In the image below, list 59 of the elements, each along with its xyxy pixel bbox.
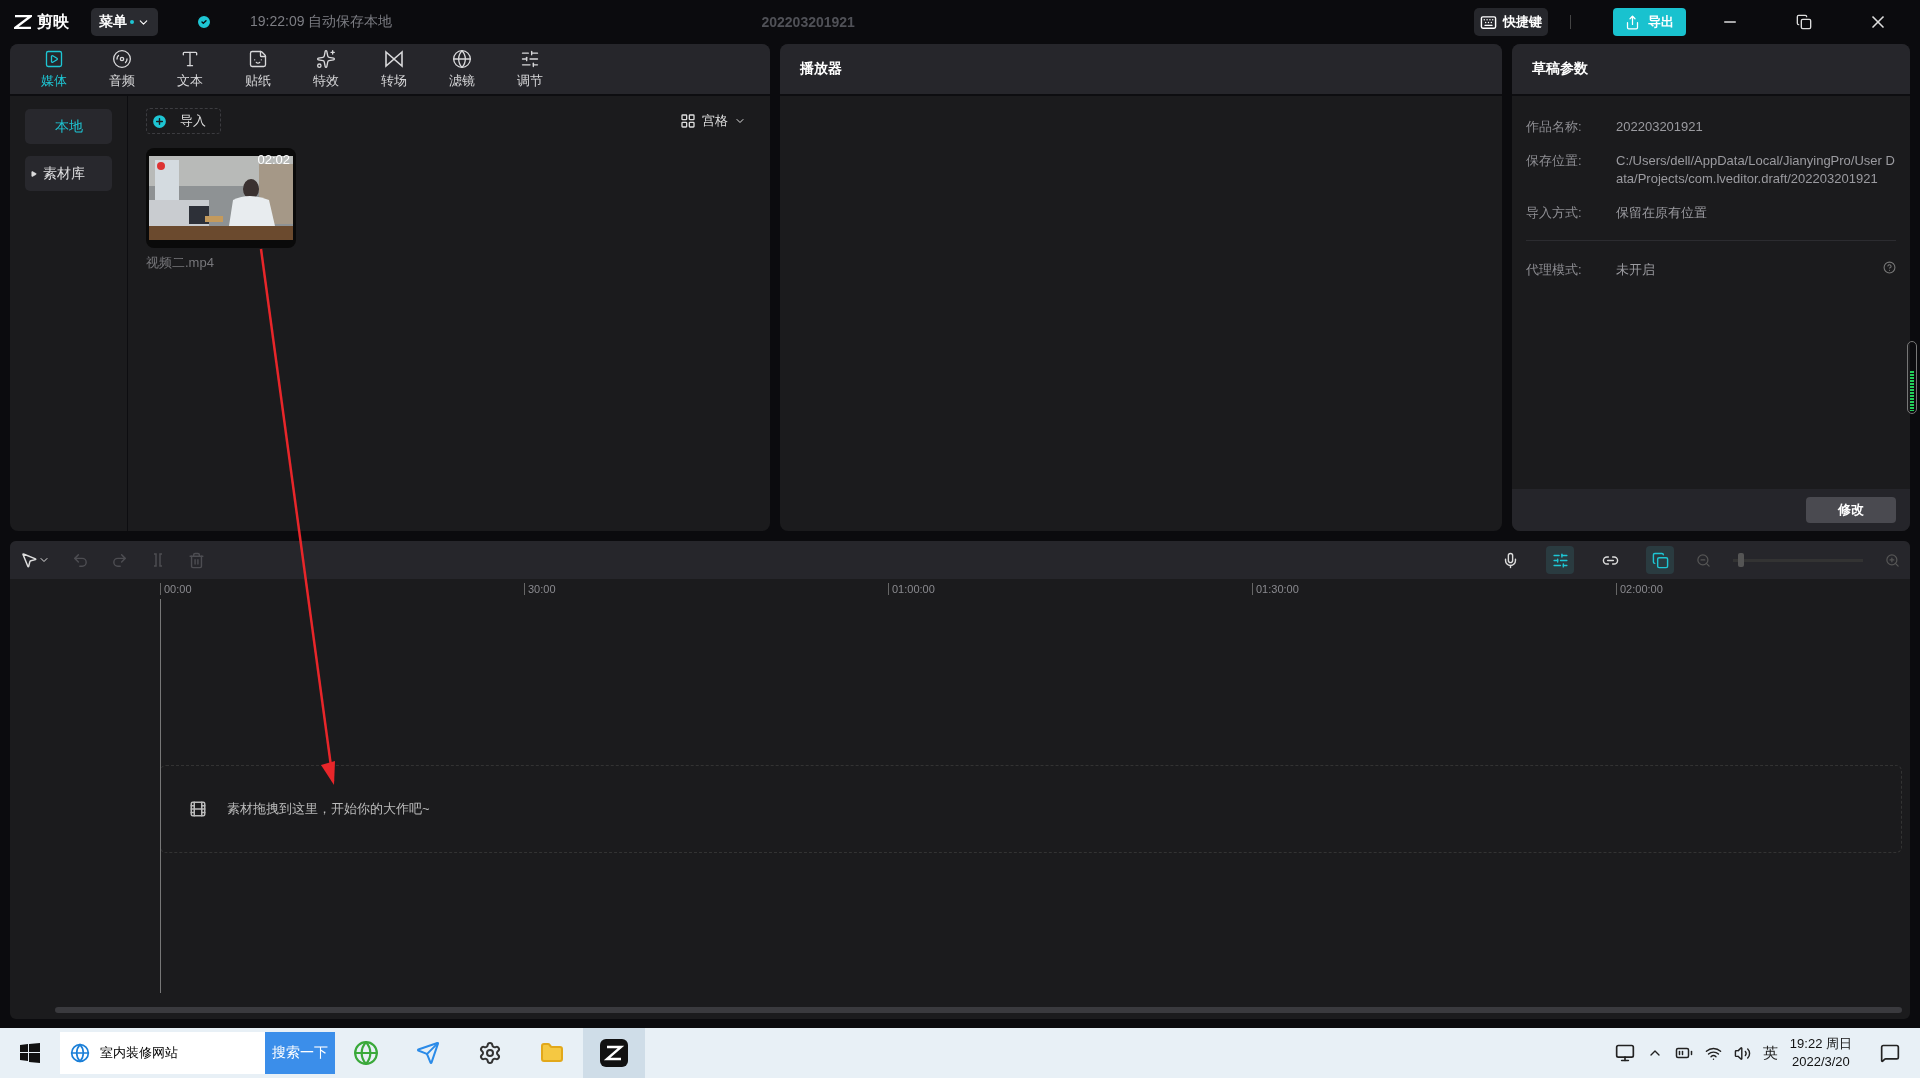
field-value: 保留在原有位置	[1616, 204, 1708, 222]
import-button[interactable]: 导入	[146, 108, 221, 134]
browser-icon[interactable]	[60, 1032, 100, 1074]
ruler-label: 00:00	[160, 583, 524, 595]
sticker-icon[interactable]	[248, 48, 268, 69]
menu-button[interactable]: 菜单	[91, 8, 158, 36]
field-label: 导入方式:	[1526, 204, 1583, 222]
field-label: 代理模式:	[1526, 261, 1583, 279]
film-icon	[189, 800, 207, 818]
clip-name: 视频二.mp4	[146, 254, 215, 272]
select-tool-icon[interactable]	[20, 551, 50, 569]
field-label: 作品名称:	[1526, 118, 1583, 136]
sparkle-icon[interactable]	[316, 48, 336, 69]
autosave-status: 19:22:09 自动保存本地	[250, 13, 393, 31]
media-tab[interactable]: 文本	[168, 44, 212, 94]
input-method[interactable]: 英	[1762, 1043, 1778, 1063]
notification-icon[interactable]	[1880, 1043, 1900, 1063]
app-logo: 剪映	[14, 11, 69, 33]
globe-icon[interactable]	[452, 48, 472, 69]
keyboard-icon[interactable]	[1480, 13, 1497, 31]
media-tab[interactable]: 贴纸	[236, 44, 280, 94]
drop-hint: 素材拖拽到这里，开始你的大作吧~	[227, 800, 430, 818]
field-value: 202203201921	[1616, 118, 1704, 136]
ruler-label: 01:30:00	[1252, 583, 1616, 595]
field-label: 保存位置:	[1526, 152, 1583, 170]
shortcuts-button[interactable]: 快捷键	[1474, 8, 1548, 36]
clock[interactable]: 19:22 周日 2022/3/20	[1789, 1035, 1852, 1071]
plus-icon[interactable]	[151, 112, 168, 130]
draft-panel-title: 草稿参数	[1512, 44, 1910, 96]
view-mode-dropdown[interactable]: 宫格	[674, 111, 752, 131]
media-tab[interactable]: 音频	[100, 44, 144, 94]
project-title: 202203201921	[760, 14, 856, 30]
ruler-label: 30:00	[524, 583, 888, 595]
media-tab[interactable]: 滤镜	[440, 44, 484, 94]
play-icon[interactable]	[44, 48, 64, 69]
media-tab[interactable]: 调节	[508, 44, 552, 94]
ruler-label: 01:00:00	[888, 583, 1252, 595]
monitor-icon[interactable]	[1614, 1043, 1635, 1063]
player-title: 播放器	[780, 44, 1502, 96]
sidebar-item[interactable]: 素材库	[25, 156, 112, 191]
field-value: C:/Users/dell/AppData/Local/JianyingPro/User Data/Projects/com.lveditor.draft/202203201921	[1616, 152, 1896, 188]
media-tab[interactable]: 媒体	[32, 44, 76, 94]
grid-icon[interactable]	[680, 113, 696, 129]
field-value: 未开启	[1616, 261, 1656, 279]
disc-icon[interactable]	[112, 48, 132, 69]
help-icon[interactable]	[1883, 261, 1896, 274]
volume-icon[interactable]	[1733, 1044, 1751, 1062]
sliders-icon[interactable]	[520, 48, 540, 69]
edit-button[interactable]: 修改	[1806, 497, 1896, 523]
clip-duration: 02:02	[257, 152, 290, 167]
sidebar-item[interactable]: 本地	[25, 109, 112, 144]
ruler-label: 02:00:00	[1616, 583, 1910, 595]
app-icon[interactable]	[583, 1028, 645, 1078]
media-tab[interactable]: 转场	[372, 44, 416, 94]
check-icon	[196, 14, 212, 30]
bowtie-icon[interactable]	[384, 48, 404, 69]
media-tab[interactable]: 特效	[304, 44, 348, 94]
expand-icon[interactable]	[31, 170, 37, 177]
search-field[interactable]: 室内装修网站	[100, 1032, 265, 1074]
